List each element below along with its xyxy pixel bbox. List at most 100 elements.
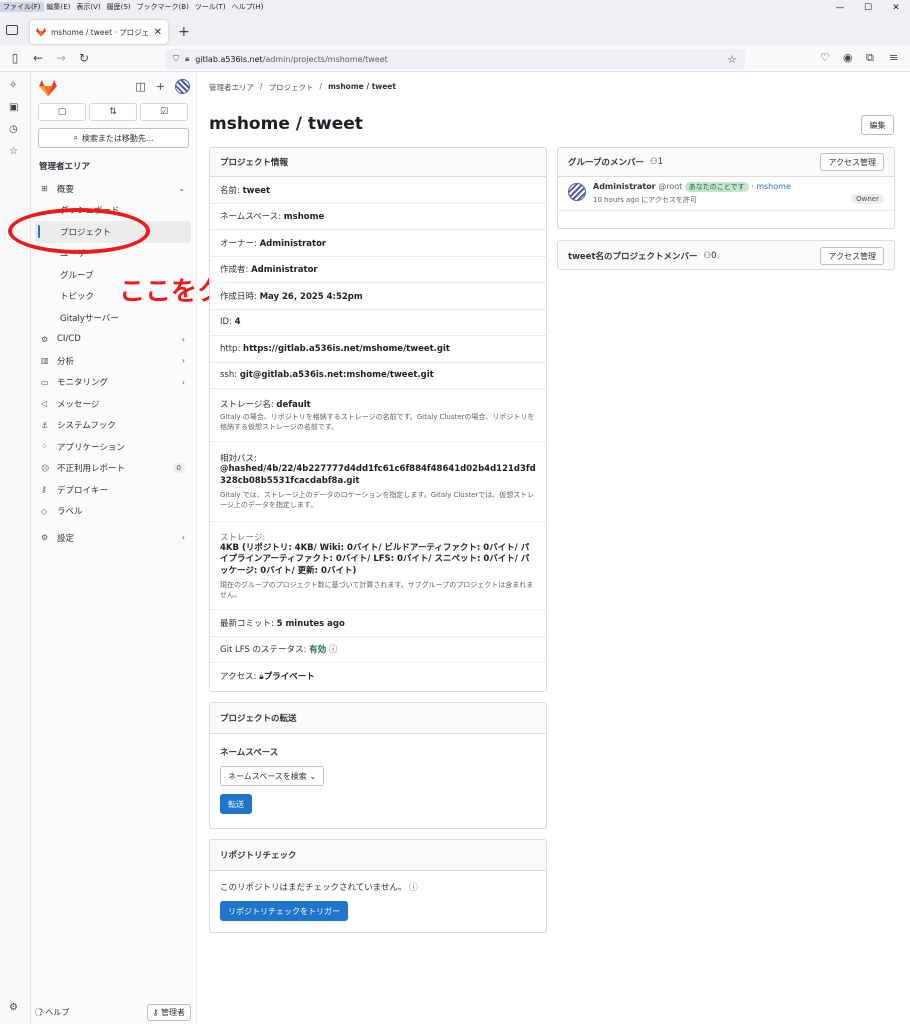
menu-history[interactable]: 履歴(S) — [104, 2, 134, 12]
user-avatar[interactable] — [175, 79, 190, 94]
new-tab-icon[interactable]: + — [178, 24, 190, 40]
chevron-right-icon: › — [181, 377, 185, 387]
bookmark-star-icon[interactable]: ☆ — [727, 53, 737, 66]
gitlab-favicon-icon — [36, 27, 46, 37]
issues-button[interactable]: ▢ — [38, 103, 86, 121]
grid-icon: ⊞ — [41, 184, 48, 194]
info-storage-name: ストレージ名: default Gitaly の場合、リポジトリを格納するストレ… — [210, 389, 546, 442]
url-bar[interactable]: ⛉ 🔒︎ gitlab.a536is.net/admin/projects/ms… — [165, 49, 745, 69]
history-icon[interactable]: ◷ — [9, 124, 18, 135]
member-name[interactable]: Administrator — [593, 182, 656, 191]
user-icon: ⚇ — [650, 157, 658, 167]
repo-check-text: このリポジトリはまだチェックされていません。 — [220, 883, 407, 893]
menu-help[interactable]: ヘルプ(H) — [229, 2, 267, 12]
info-last-commit: 最新コミット: 5 minutes ago — [210, 610, 546, 637]
search-icon: ⌕ — [73, 133, 78, 142]
sidebar-item-system-hooks[interactable]: ⚓ システムフック — [35, 415, 191, 437]
sidebar-item-monitoring[interactable]: ▭ モニタリング › — [35, 372, 191, 394]
trigger-repo-check-button[interactable]: リポジトリチェックをトリガー — [220, 901, 348, 921]
sidebar-item-deploy-keys[interactable]: ⚷ デプロイキー — [35, 479, 191, 501]
chevron-right-icon: › — [181, 533, 185, 543]
namespace-select[interactable]: ネームスペースを検索 ⌄ — [220, 766, 325, 786]
sidebar-search-button[interactable]: ⌕ 検索または移動先... — [38, 128, 189, 148]
menu-view[interactable]: 表示(V) — [73, 2, 103, 12]
sidebar-item-labels[interactable]: ◇ ラベル — [35, 501, 191, 523]
gitlab-logo-icon[interactable] — [39, 80, 57, 96]
collapse-sidebar-icon[interactable]: ◫ — [135, 80, 145, 93]
settings-icon: ⚙ — [41, 533, 49, 543]
admin-button[interactable]: ⚷ 管理者 — [146, 1004, 191, 1021]
sidebar-top-icons: ◫ + — [135, 79, 190, 94]
todos-button[interactable]: ☑ — [140, 103, 188, 121]
breadcrumb-current[interactable]: mshome / tweet — [328, 82, 396, 93]
back-icon[interactable]: ← — [30, 51, 46, 65]
hook-icon: ⚓ — [41, 420, 49, 430]
project-info-heading: プロジェクト情報 — [210, 148, 546, 177]
info-created: 作成日時: May 26, 2025 4:52pm — [210, 283, 546, 310]
merge-requests-button[interactable]: ⇅ — [89, 103, 137, 121]
info-name: 名前: tweet — [210, 177, 546, 204]
search-label: 検索または移動先... — [81, 133, 154, 143]
sidebar-footer: ?⃝ ヘルプ ⚷ 管理者 — [39, 1004, 191, 1021]
pocket-icon[interactable]: ♡ — [820, 51, 830, 64]
breadcrumb-admin[interactable]: 管理者エリア — [209, 82, 254, 93]
member-group-link[interactable]: mshome — [756, 182, 791, 191]
sidebar-item-messages[interactable]: ◁ メッセージ — [35, 393, 191, 415]
key-icon: ⚷ — [152, 1008, 159, 1017]
ai-icon[interactable]: ✧ — [9, 80, 17, 91]
customize-icon[interactable]: ⚙ — [9, 1002, 18, 1013]
info-ssh: ssh: git@gitlab.a536is.net:mshome/tweet.… — [210, 363, 546, 389]
sidebar-item-analytics[interactable]: ▥ 分析 › — [35, 350, 191, 372]
todo-icon: ☑ — [159, 107, 169, 117]
member-avatar[interactable] — [568, 183, 586, 201]
member-time: 10 hours ago にアクセスを許可 — [593, 196, 697, 204]
menu-file[interactable]: ファイル(F) — [0, 2, 44, 12]
question-icon[interactable]: ⓘ — [329, 645, 338, 655]
reload-icon[interactable]: ↻ — [76, 51, 92, 65]
info-storage: ストレージ: 4KB (リポジトリ: 4KB/ Wiki: 0バイト/ ビルドア… — [210, 522, 546, 610]
menu-bookmarks[interactable]: ブックマーク(B) — [134, 2, 192, 12]
member-row: Administrator @root あなたのことです · mshome 10… — [558, 177, 894, 211]
abuse-icon: ☹ — [41, 463, 50, 473]
account-icon[interactable]: ◉ — [843, 51, 853, 64]
sidebar-item-gitaly[interactable]: Gitalyサーバー — [35, 307, 191, 329]
sidebar-item-settings[interactable]: ⚙ 設定 › — [35, 527, 191, 549]
help-button[interactable]: ?⃝ ヘルプ — [39, 1007, 69, 1018]
sidebar-quick-buttons: ▢ ⇅ ☑ — [38, 103, 188, 121]
question-icon[interactable]: ⓘ — [409, 883, 418, 893]
bookmarks-icon[interactable]: ☆ — [9, 146, 18, 157]
menu-edit[interactable]: 編集(E) — [44, 2, 74, 12]
menu-tools[interactable]: ツール(T) — [192, 2, 229, 12]
lock-icon[interactable]: 🔒︎ — [185, 54, 189, 64]
project-members-card: tweet名のプロジェクトメンバー ⚇ 0 アクセス管理 — [557, 240, 895, 270]
browser-tab[interactable]: mshome / tweet · プロジェクト · 管 ✕ — [30, 20, 168, 44]
menu-icon[interactable]: ≡ — [889, 51, 898, 64]
transfer-button[interactable]: 転送 — [220, 794, 252, 814]
nav-bar: ▯ ← → ↻ ⛉ 🔒︎ gitlab.a536is.net/admin/pro… — [0, 46, 910, 72]
tab-list-icon[interactable] — [6, 25, 18, 35]
sidebar-item-cicd[interactable]: ⚙ CI/CD › — [35, 329, 191, 351]
sidebar-item-applications[interactable]: ⁘ アプリケーション — [35, 436, 191, 458]
breadcrumb-projects[interactable]: プロジェクト — [269, 82, 314, 93]
create-new-icon[interactable]: + — [156, 80, 165, 93]
url-host: gitlab.a536is.net — [195, 54, 263, 64]
sidebar-item-abuse-reports[interactable]: ☹ 不正利用レポート 0 — [35, 458, 191, 480]
shield-icon[interactable]: ⛉ — [173, 54, 179, 64]
repo-check-heading: リポジトリチェック — [210, 840, 546, 871]
help-icon: ?⃝ — [39, 1008, 43, 1017]
extensions-icon[interactable]: ⧉ — [866, 51, 874, 65]
tab-title: mshome / tweet · プロジェクト · 管 — [51, 27, 149, 37]
sidebar-toggle-icon[interactable]: ▯ — [7, 51, 23, 65]
edit-button[interactable]: 編集 — [861, 115, 894, 135]
merge-request-icon: ⇅ — [109, 107, 117, 117]
tab-close-icon[interactable]: ✕ — [154, 27, 162, 38]
project-manage-access-button[interactable]: アクセス管理 — [820, 247, 884, 265]
group-manage-access-button[interactable]: アクセス管理 — [820, 153, 884, 171]
forward-icon[interactable]: → — [53, 51, 69, 65]
info-access: アクセス: 🔒︎プライベート — [220, 672, 315, 683]
info-http: http: https://gitlab.a536is.net/mshome/t… — [210, 336, 546, 363]
synced-tabs-icon[interactable]: ▣ — [9, 102, 18, 113]
info-id: ID: 4 — [210, 310, 546, 336]
transfer-card: プロジェクトの転送 ネームスペース ネームスペースを検索 ⌄ 転送 — [209, 702, 547, 829]
sidebar-item-overview[interactable]: ⊞ 概要 ⌄ — [35, 178, 191, 200]
